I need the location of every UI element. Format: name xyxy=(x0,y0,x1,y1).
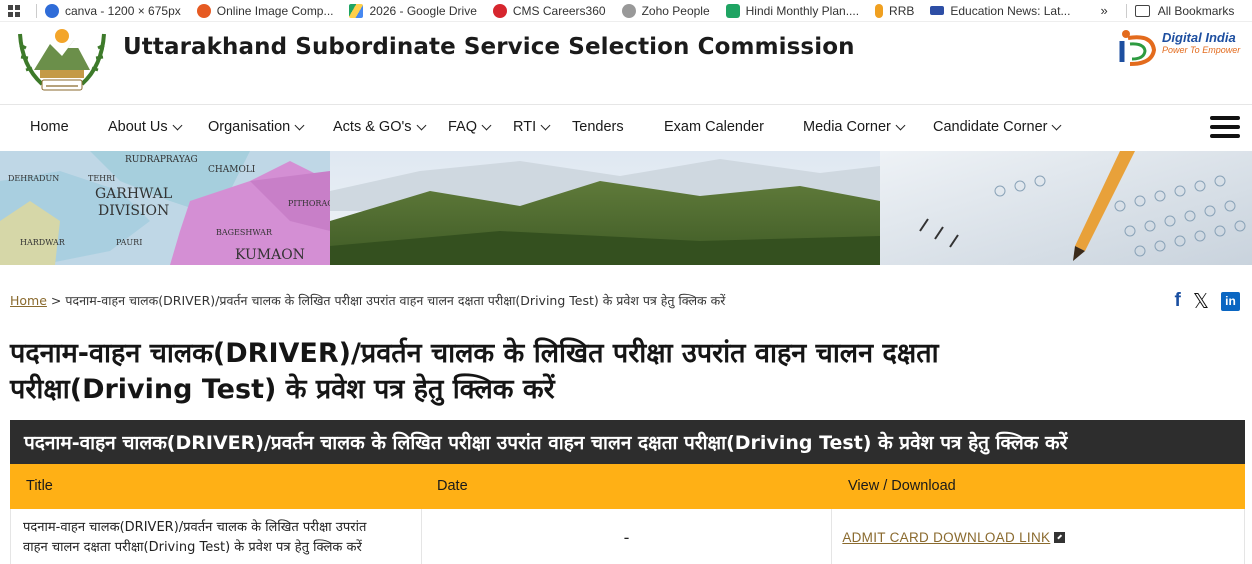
nav-faq[interactable]: FAQ xyxy=(448,119,492,135)
chevron-down-icon xyxy=(481,120,492,130)
row-date-cell: - xyxy=(422,509,833,564)
bookmark-image-compressor[interactable]: Online Image Comp... xyxy=(196,3,333,18)
nav-home[interactable]: Home xyxy=(30,119,69,135)
svg-text:PAURI: PAURI xyxy=(116,238,142,247)
chevron-down-icon xyxy=(540,120,551,130)
breadcrumb-home-link[interactable]: Home xyxy=(10,293,47,308)
linkedin-icon[interactable]: in xyxy=(1221,291,1240,311)
bookmark-hindi-monthly-plan[interactable]: Hindi Monthly Plan.... xyxy=(725,3,859,18)
bookmarks-divider xyxy=(1125,3,1127,18)
digital-india-title: Digital India xyxy=(1162,30,1236,45)
more-bookmarks-chevron[interactable]: » xyxy=(1100,3,1107,18)
table-header-row: Title Date View / Download xyxy=(10,464,1245,509)
chevron-down-icon xyxy=(416,120,426,130)
chevron-down-icon xyxy=(294,120,305,130)
image-compressor-icon xyxy=(196,3,211,18)
nav-organisation[interactable]: Organisation xyxy=(208,119,305,135)
nav-media-corner[interactable]: Media Corner xyxy=(803,119,906,135)
folder-icon xyxy=(1134,4,1150,17)
site-header: Uttarakhand Subordinate Service Selectio… xyxy=(0,22,1252,104)
uksssc-emblem-icon[interactable] xyxy=(12,26,112,92)
google-drive-icon xyxy=(349,3,364,18)
svg-text:CHAMOLI: CHAMOLI xyxy=(208,165,256,175)
site-title[interactable]: Uttarakhand Subordinate Service Selectio… xyxy=(123,34,855,60)
table-caption: पदनाम-वाहन चालक(DRIVER)/प्रवर्तन चालक के… xyxy=(10,420,1245,464)
banner-image: RUDRAPRAYAG CHAMOLI DEHRADUN TEHRI GARHW… xyxy=(0,151,1252,265)
bookmarks-divider xyxy=(36,3,37,18)
apps-grid-icon[interactable] xyxy=(0,4,28,17)
rrb-icon xyxy=(875,3,884,18)
main-nav: Home About Us Organisation Acts & GO's F… xyxy=(0,104,1252,150)
all-bookmarks-folder[interactable]: All Bookmarks xyxy=(1134,4,1234,18)
svg-text:DEHRADUN: DEHRADUN xyxy=(8,174,59,183)
column-header-view-download: View / Download xyxy=(848,478,956,494)
x-twitter-icon[interactable]: 𝕏 xyxy=(1193,291,1209,311)
bookmarks-bar: canva - 1200 × 675px Online Image Comp..… xyxy=(0,0,1252,22)
map-label: RUDRAPRAYAG xyxy=(125,155,198,165)
hamburger-menu-icon[interactable] xyxy=(1210,116,1240,140)
breadcrumb-current: पदनाम-वाहन चालक(DRIVER)/प्रवर्तन चालक के… xyxy=(65,293,726,308)
breadcrumb-separator: > xyxy=(50,293,62,308)
svg-text:DIVISION: DIVISION xyxy=(98,203,169,219)
svg-text:BAGESHWAR: BAGESHWAR xyxy=(216,228,273,237)
zoho-people-icon xyxy=(621,3,636,18)
svg-text:HARDWAR: HARDWAR xyxy=(20,238,66,247)
nav-about-us[interactable]: About Us xyxy=(108,119,183,135)
digital-india-tagline: Power To Empower xyxy=(1162,45,1241,55)
row-title-cell: पदनाम-वाहन चालक(DRIVER)/प्रवर्तन चालक के… xyxy=(11,509,422,564)
canva-icon xyxy=(45,3,59,18)
nav-candidate-corner[interactable]: Candidate Corner xyxy=(933,119,1062,135)
svg-text:GARHWAL: GARHWAL xyxy=(95,186,172,202)
chevron-down-icon xyxy=(1052,120,1062,130)
column-header-title: Title xyxy=(26,478,53,494)
facebook-icon[interactable]: f xyxy=(1175,291,1181,311)
nav-exam-calender[interactable]: Exam Calender xyxy=(664,119,764,135)
bookmark-google-drive[interactable]: 2026 - Google Drive xyxy=(349,3,477,18)
column-header-date: Date xyxy=(437,478,468,494)
page-title-line2: परीक्षा(Driving Test) के प्रवेश पत्र हेत… xyxy=(10,374,555,405)
careers360-icon xyxy=(492,3,507,18)
nav-acts-gos[interactable]: Acts & GO's xyxy=(333,119,426,135)
social-share: f 𝕏 in xyxy=(1175,291,1240,311)
svg-text:KUMAON: KUMAON xyxy=(235,247,305,263)
svg-text:TEHRI: TEHRI xyxy=(88,174,115,183)
table-row: पदनाम-वाहन चालक(DRIVER)/प्रवर्तन चालक के… xyxy=(10,509,1245,564)
education-news-icon xyxy=(930,6,945,15)
row-download-cell: ADMIT CARD DOWNLOAD LINK xyxy=(832,509,1245,564)
bookmark-canva[interactable]: canva - 1200 × 675px xyxy=(45,3,181,18)
bookmark-zoho-people[interactable]: Zoho People xyxy=(621,3,710,18)
digital-india-icon xyxy=(1119,30,1157,66)
bookmark-cms-careers360[interactable]: CMS Careers360 xyxy=(492,3,606,18)
chevron-down-icon xyxy=(895,120,906,130)
external-link-icon xyxy=(1054,531,1066,543)
page-title-line1: पदनाम-वाहन चालक(DRIVER)/प्रवर्तन चालक के… xyxy=(10,338,939,369)
bookmark-rrb[interactable]: RRB xyxy=(875,3,914,18)
chevron-down-icon xyxy=(172,120,183,130)
nav-rti[interactable]: RTI xyxy=(513,119,551,135)
breadcrumb: Home > पदनाम-वाहन चालक(DRIVER)/प्रवर्तन … xyxy=(10,292,725,309)
nav-tenders[interactable]: Tenders xyxy=(572,119,624,135)
admit-card-download-link[interactable]: ADMIT CARD DOWNLOAD LINK xyxy=(842,530,1066,545)
green-plus-icon xyxy=(725,3,740,18)
hero-banner: RUDRAPRAYAG CHAMOLI DEHRADUN TEHRI GARHW… xyxy=(0,151,1252,265)
bookmark-education-news[interactable]: Education News: Lat... xyxy=(930,4,1070,18)
page-title: पदनाम-वाहन चालक(DRIVER)/प्रवर्तन चालक के… xyxy=(10,336,1130,408)
digital-india-logo[interactable]: Digital India Power To Empower xyxy=(1116,28,1250,68)
